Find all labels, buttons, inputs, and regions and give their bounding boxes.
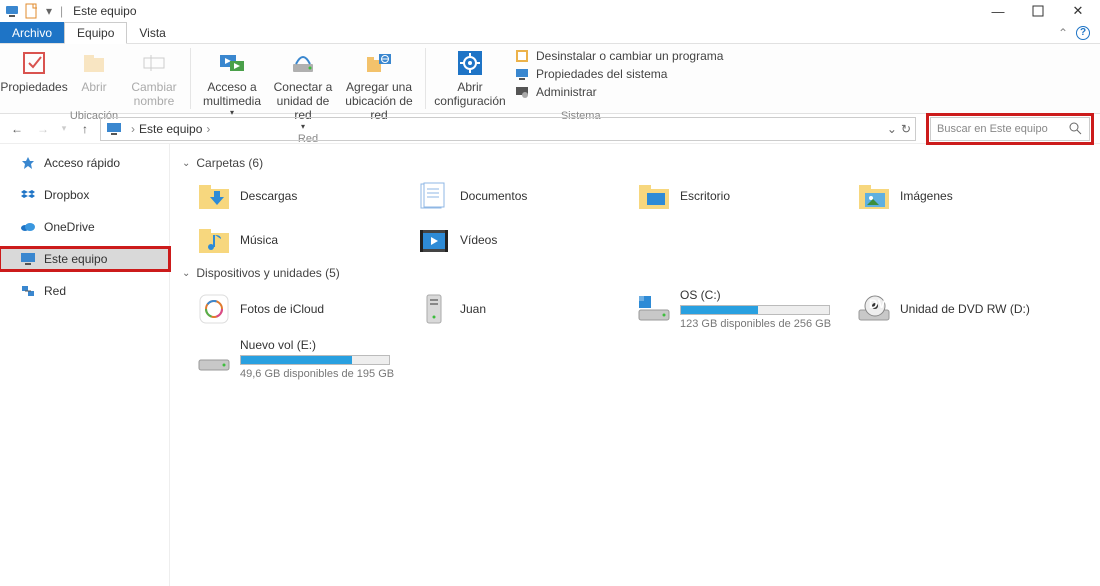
music-folder-icon xyxy=(196,222,232,258)
pictures-folder-icon xyxy=(856,178,892,214)
dropbox-icon xyxy=(20,187,36,203)
ribbon-expand-icon[interactable]: ⌃ xyxy=(1058,26,1068,40)
quick-access-icon xyxy=(20,155,36,171)
settings-icon xyxy=(455,48,485,78)
qat-document-icon[interactable] xyxy=(24,3,40,19)
section-devices[interactable]: ⌄ Dispositivos y unidades (5) xyxy=(182,266,1088,280)
qat-dropdown-icon[interactable]: ▾ xyxy=(44,3,54,19)
folder-imagenes[interactable]: Imágenes xyxy=(852,176,1062,216)
search-input[interactable]: Buscar en Este equipo xyxy=(930,117,1090,141)
refresh-button[interactable]: ↻ xyxy=(901,122,911,136)
network-icon xyxy=(20,283,36,299)
dvd-drive-icon: DVD xyxy=(856,291,892,327)
onedrive-icon xyxy=(20,219,36,235)
tab-archivo[interactable]: Archivo xyxy=(0,22,64,43)
device-dvd[interactable]: DVD Unidad de DVD RW (D:) xyxy=(852,286,1062,332)
device-nuevovol[interactable]: Nuevo vol (E:) 49,6 GB disponibles de 19… xyxy=(192,336,402,382)
search-placeholder: Buscar en Este equipo xyxy=(937,123,1069,135)
capacity-bar-e xyxy=(240,355,390,365)
chevron-down-icon: ⌄ xyxy=(182,158,190,169)
map-drive-icon xyxy=(288,48,318,78)
sidebar-item-este-equipo[interactable]: Este equipo xyxy=(0,248,169,270)
folder-documentos[interactable]: Documentos xyxy=(412,176,622,216)
section-folders[interactable]: ⌄ Carpetas (6) xyxy=(182,156,1088,170)
abrir-button: Abrir xyxy=(64,46,124,96)
agregar-ubicacion-button[interactable]: Agregar una ubicación de red xyxy=(339,46,419,124)
sidebar-item-red[interactable]: Red xyxy=(0,280,169,302)
add-location-icon xyxy=(364,48,394,78)
breadcrumb-este-equipo[interactable]: Este equipo xyxy=(139,122,202,136)
nav-up-button[interactable]: ↑ xyxy=(74,118,96,140)
properties-icon xyxy=(19,48,49,78)
capacity-bar-c xyxy=(680,305,830,315)
pc-icon xyxy=(105,120,123,138)
system-properties-icon xyxy=(514,66,530,82)
propiedades-button[interactable]: Propiedades xyxy=(4,46,64,96)
close-button[interactable]: ✕ xyxy=(1058,0,1098,22)
app-icon xyxy=(4,3,20,19)
maximize-button[interactable] xyxy=(1018,0,1058,22)
manage-icon xyxy=(514,84,530,100)
nav-forward-button: → xyxy=(32,118,54,140)
minimize-button[interactable]: — xyxy=(978,0,1018,22)
folder-musica[interactable]: Música xyxy=(192,220,402,260)
media-icon xyxy=(217,48,247,78)
c-drive-icon xyxy=(636,291,672,327)
nav-recent-dropdown[interactable]: ▾ xyxy=(58,118,70,140)
navigation-sidebar: Acceso rápido Dropbox OneDrive Este equi… xyxy=(0,144,170,586)
desktop-folder-icon xyxy=(636,178,672,214)
help-icon[interactable]: ? xyxy=(1076,26,1090,40)
title-bar: ▾ | Este equipo — ✕ xyxy=(0,0,1100,22)
address-dropdown-icon[interactable]: ⌄ xyxy=(887,122,897,136)
folder-descargas[interactable]: Descargas xyxy=(192,176,402,216)
folder-escritorio[interactable]: Escritorio xyxy=(632,176,842,216)
search-highlight-box: Buscar en Este equipo xyxy=(926,113,1094,145)
tab-vista[interactable]: Vista xyxy=(127,22,177,43)
ribbon: Propiedades Abrir Cambiar nombre Ubicaci… xyxy=(0,44,1100,114)
rename-icon xyxy=(139,48,169,78)
videos-folder-icon xyxy=(416,222,452,258)
window-title: Este equipo xyxy=(73,4,136,18)
sidebar-item-quick-access[interactable]: Acceso rápido xyxy=(0,152,169,174)
address-bar[interactable]: › Este equipo › ⌄ ↻ xyxy=(100,117,916,141)
documents-folder-icon xyxy=(416,178,452,214)
device-tower-icon xyxy=(416,291,452,327)
downloads-folder-icon xyxy=(196,178,232,214)
nav-back-button[interactable]: ← xyxy=(6,118,28,140)
search-icon xyxy=(1069,122,1083,136)
acceso-multimedia-button[interactable]: Acceso a multimedia▾ xyxy=(197,46,267,119)
desinstalar-button[interactable]: Desinstalar o cambiar un programa xyxy=(514,48,723,64)
folder-videos[interactable]: Vídeos xyxy=(412,220,622,260)
open-icon xyxy=(79,48,109,78)
chevron-down-icon: ⌄ xyxy=(182,268,190,279)
prop-sistema-button[interactable]: Propiedades del sistema xyxy=(514,66,723,82)
qat-separator: | xyxy=(60,4,63,18)
content-pane: ⌄ Carpetas (6) Descargas Documentos Escr… xyxy=(170,144,1100,586)
icloud-photos-icon xyxy=(196,291,232,327)
abrir-config-button[interactable]: Abrir configuración xyxy=(432,46,508,110)
cambiar-nombre-button: Cambiar nombre xyxy=(124,46,184,110)
ribbon-tabs: Archivo Equipo Vista ⌃ ? xyxy=(0,22,1100,44)
sidebar-item-onedrive[interactable]: OneDrive xyxy=(0,216,169,238)
administrar-button[interactable]: Administrar xyxy=(514,84,723,100)
chevron-right-icon[interactable]: › xyxy=(131,122,135,136)
uninstall-icon xyxy=(514,48,530,64)
svg-text:DVD: DVD xyxy=(869,297,891,311)
chevron-right-icon[interactable]: › xyxy=(206,122,210,136)
device-fotos-icloud[interactable]: Fotos de iCloud xyxy=(192,286,402,332)
device-osc[interactable]: OS (C:) 123 GB disponibles de 256 GB xyxy=(632,286,842,332)
tab-equipo[interactable]: Equipo xyxy=(64,22,127,44)
e-drive-icon xyxy=(196,341,232,377)
device-juan[interactable]: Juan xyxy=(412,286,622,332)
address-bar-row: ← → ▾ ↑ › Este equipo › ⌄ ↻ Buscar en Es… xyxy=(0,114,1100,144)
pc-icon xyxy=(20,251,36,267)
sidebar-item-dropbox[interactable]: Dropbox xyxy=(0,184,169,206)
